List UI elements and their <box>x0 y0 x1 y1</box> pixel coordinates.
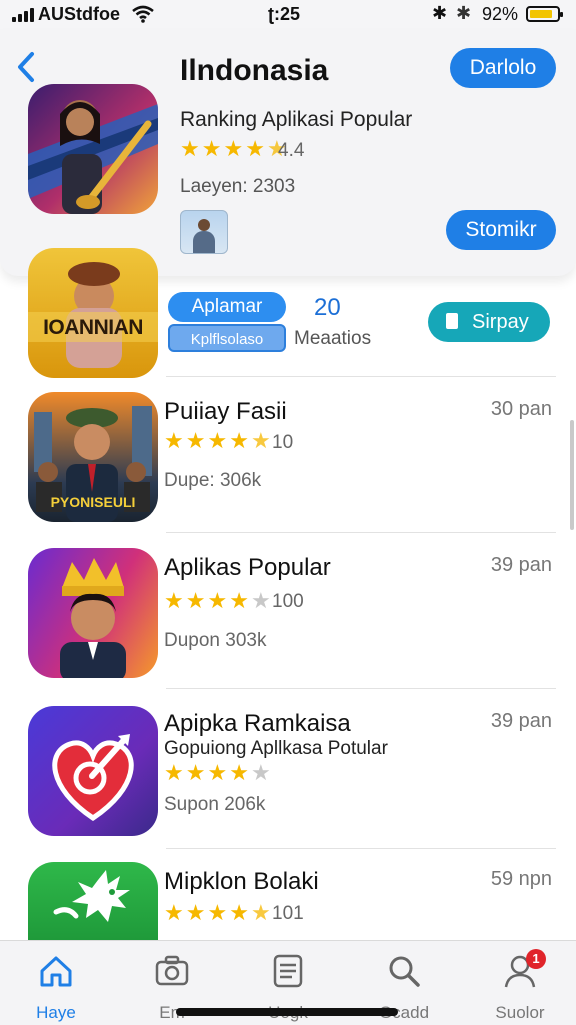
notification-badge: 1 <box>526 949 546 969</box>
app-icon[interactable] <box>28 548 158 678</box>
app-size: Dupe: 306k <box>164 470 262 491</box>
rating-value: 100 <box>272 591 304 612</box>
app-subtitle: Gopuiong Apllkasa Potular <box>164 738 388 759</box>
rating-value: 10 <box>272 432 294 453</box>
star-icon: ★ <box>201 136 222 161</box>
divider <box>166 376 556 377</box>
tab-label: Haye <box>36 1003 76 1022</box>
featured-count: 20 <box>314 294 341 321</box>
wifi-icon <box>132 5 154 23</box>
app-title[interactable]: Aplikas Popular <box>164 554 331 582</box>
app-title[interactable]: Apipka Ramkaisa <box>164 710 351 738</box>
rating-stars: ★ ★ ★ ★ ★ <box>164 902 271 924</box>
tab-profile[interactable]: 1 Suolor <box>470 949 570 1025</box>
header-rating-value: 4.4 <box>278 140 305 161</box>
battery-icon <box>526 6 563 22</box>
home-icon <box>40 956 72 987</box>
star-icon: ★ <box>250 428 271 453</box>
star-icon: ★ <box>223 136 244 161</box>
camera-icon <box>155 955 189 986</box>
app-size: Dupon 303k <box>164 630 267 651</box>
featured-tag[interactable]: Kplflsolaso <box>168 324 286 352</box>
list-icon <box>273 954 303 988</box>
status-bar: AUStdfoe ʈ:25 ✱ ✱ 92% <box>0 0 576 30</box>
download-button[interactable]: Darlolo <box>450 48 556 88</box>
app-icon-text: PYONISEULI <box>50 494 136 510</box>
back-chevron-icon[interactable] <box>12 50 42 84</box>
star-icon: ★ <box>180 136 200 161</box>
scrollbar[interactable] <box>570 420 574 530</box>
featured-action-button[interactable]: Sirpay <box>428 302 550 342</box>
header-app-icon[interactable] <box>28 84 158 214</box>
featured-chip[interactable]: Aplamar <box>168 292 286 322</box>
secondary-button[interactable]: Stomikr <box>446 210 556 250</box>
featured-icon-text: IOANNIAN <box>43 316 143 339</box>
app-icon[interactable] <box>28 706 158 836</box>
document-icon <box>446 313 458 329</box>
header-meta: Laeyen: 2303 <box>180 176 296 197</box>
star-icon: ★ <box>185 900 206 925</box>
clock: ʈ:25 <box>268 4 301 24</box>
app-time: 30 pan <box>490 398 552 420</box>
header-rating-stars: ★ ★ ★ ★ ★ <box>180 138 287 160</box>
star-icon: ★ <box>207 760 228 785</box>
battery-percent: 92% <box>482 4 519 24</box>
star-icon: ★ <box>185 760 206 785</box>
star-icon: ★ <box>245 136 265 161</box>
header-subtitle: Ranking Aplikasi Popular <box>180 108 413 131</box>
star-icon: ★ <box>164 588 184 613</box>
app-size: Supon 206k <box>164 794 266 815</box>
star-icon: ★ <box>185 428 206 453</box>
star-icon: ★ <box>250 760 271 785</box>
star-icon: ★ <box>229 900 249 925</box>
star-icon: ★ <box>250 900 271 925</box>
star-icon: ★ <box>229 760 249 785</box>
star-icon: ★ <box>207 428 228 453</box>
app-time: 59 npn <box>490 868 552 890</box>
star-icon: ★ <box>164 428 184 453</box>
divider <box>166 688 556 689</box>
star-icon: ★ <box>229 428 249 453</box>
carrier-label: AUStdfoe <box>38 4 120 24</box>
bluetooth-icon: ✱ <box>432 3 448 23</box>
search-icon <box>389 956 420 987</box>
avatar[interactable] <box>180 210 228 254</box>
app-title[interactable]: Puiiay Fasii <box>164 398 287 426</box>
divider <box>166 532 556 533</box>
rating-stars: ★ ★ ★ ★ ★ <box>164 430 271 452</box>
tab-label: Suolor <box>495 1003 545 1022</box>
featured-count-label: Meaatios <box>294 328 372 349</box>
star-icon: ★ <box>207 588 228 613</box>
tab-home[interactable]: Haye <box>6 949 106 1025</box>
app-title[interactable]: Mipklon Bolaki <box>164 868 319 896</box>
app-icon[interactable] <box>28 862 158 940</box>
header-card: Ilndonasia Darlolo Ranking Aplikasi Popu… <box>0 30 576 276</box>
rating-stars: ★ ★ ★ ★ ★ <box>164 762 271 784</box>
featured-action-label: Sirpay <box>472 311 529 333</box>
featured-app-icon[interactable]: IOANNIAN <box>28 248 158 378</box>
rating-stars: ★ ★ ★ ★ ★ <box>164 590 271 612</box>
star-icon: ★ <box>250 588 271 613</box>
star-icon: ★ <box>185 588 206 613</box>
star-icon: ★ <box>164 760 184 785</box>
star-icon: ★ <box>164 900 184 925</box>
page-title: Ilndonasia <box>180 54 329 87</box>
home-indicator[interactable] <box>176 1008 398 1016</box>
app-icon[interactable]: PYONISEULI <box>28 392 158 522</box>
star-icon: ★ <box>229 588 249 613</box>
star-icon: ★ <box>207 900 228 925</box>
app-time: 39 pan <box>490 710 552 732</box>
signal-icon <box>12 8 36 22</box>
divider <box>166 848 556 849</box>
rating-value: 101 <box>272 903 304 924</box>
bluetooth-icon: ✱ <box>456 3 472 23</box>
app-time: 39 pan <box>490 554 552 576</box>
